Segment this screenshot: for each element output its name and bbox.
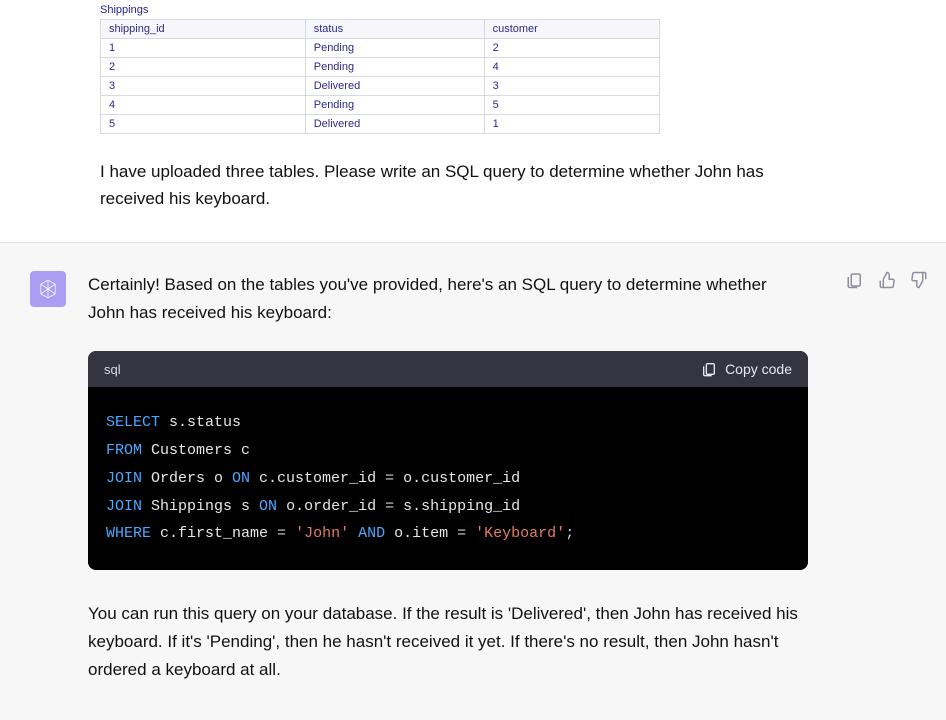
table-cell: Pending [305,96,484,115]
openai-logo-icon [37,278,59,300]
table-row: 5Delivered1 [101,115,660,134]
table-cell: 2 [101,58,306,77]
code-content[interactable]: SELECT s.status FROM Customers c JOIN Or… [88,387,808,570]
assistant-avatar [30,271,66,307]
message-actions [846,271,928,289]
table-header-cell: status [305,20,484,39]
table-row: 2Pending4 [101,58,660,77]
table-cell: Pending [305,39,484,58]
table-row: 3Delivered3 [101,77,660,96]
code-block: sql Copy code SELECT s.status FROM Custo… [88,351,808,570]
shippings-table: shipping_idstatuscustomer 1Pending22Pend… [100,19,660,134]
user-message-text: I have uploaded three tables. Please wri… [100,158,820,212]
clipboard-icon [701,361,717,377]
assistant-outro-text: You can run this query on your database.… [88,600,808,684]
assistant-body: Certainly! Based on the tables you've pr… [88,271,808,684]
table-cell: 5 [484,96,659,115]
copy-code-button[interactable]: Copy code [701,361,792,377]
table-cell: 5 [101,115,306,134]
copy-code-label: Copy code [725,361,792,377]
table-cell: Delivered [305,115,484,134]
table-cell: 1 [101,39,306,58]
table-row: 4Pending5 [101,96,660,115]
table-cell: 3 [101,77,306,96]
table-header-cell: shipping_id [101,20,306,39]
clipboard-icon[interactable] [846,271,864,289]
table-cell: Pending [305,58,484,77]
table-cell: 1 [484,115,659,134]
table-header-row: shipping_idstatuscustomer [101,20,660,39]
code-header: sql Copy code [88,351,808,387]
table-header-cell: customer [484,20,659,39]
table-caption: Shippings [100,4,936,16]
thumbs-up-icon[interactable] [878,271,896,289]
table-cell: 4 [101,96,306,115]
user-message-block: Shippings shipping_idstatuscustomer 1Pen… [0,4,946,242]
table-cell: 4 [484,58,659,77]
code-language-label: sql [104,362,121,377]
table-cell: 2 [484,39,659,58]
assistant-message-block: Certainly! Based on the tables you've pr… [0,242,946,720]
assistant-intro-text: Certainly! Based on the tables you've pr… [88,271,808,327]
table-cell: 3 [484,77,659,96]
table-cell: Delivered [305,77,484,96]
table-row: 1Pending2 [101,39,660,58]
thumbs-down-icon[interactable] [910,271,928,289]
